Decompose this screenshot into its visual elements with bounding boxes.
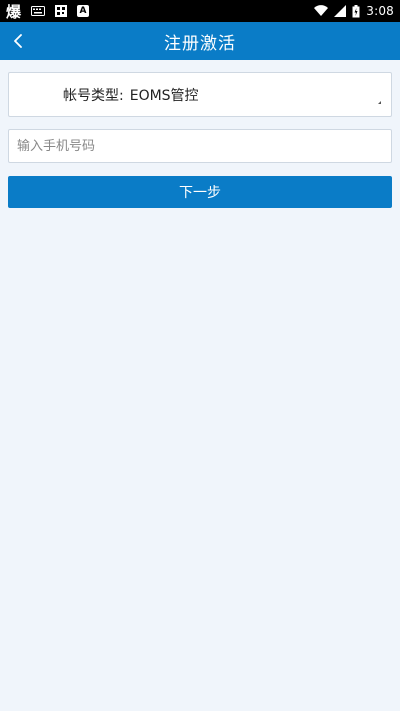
cellular-signal-icon [334,4,347,18]
app-bar: 注册激活 [0,22,400,60]
page-title: 注册激活 [164,33,236,54]
keyboard-icon [31,4,46,18]
back-button[interactable] [0,22,36,60]
status-left-group: 爆 A [6,2,90,21]
next-step-button[interactable]: 下一步 [8,176,392,208]
chevron-left-icon [14,34,22,48]
qr-app-icon [55,4,68,18]
status-time: 3:08 [366,4,394,18]
account-type-value: EOMS管控 [129,87,199,104]
wifi-icon [314,4,329,18]
status-bar: 爆 A 3:08 [0,0,400,22]
weather-app-icon: 爆 [6,2,22,21]
battery-icon [352,4,360,18]
a-app-icon: A [77,4,90,18]
dropdown-arrow-icon [378,101,381,104]
phone-number-input[interactable] [8,129,392,163]
a-app-icon-label: A [77,5,90,17]
status-right-group: 3:08 [314,4,394,18]
account-type-select[interactable]: 帐号类型: EOMS管控 [8,72,392,117]
account-type-label: 帐号类型: [63,87,124,104]
